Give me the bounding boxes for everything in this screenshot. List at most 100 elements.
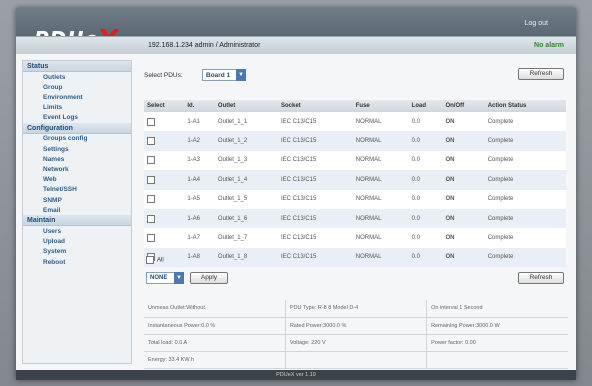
table-cell: NORMAL [352, 112, 409, 132]
table-cell: Complete [484, 150, 566, 171]
table-cell: NORMAL [352, 150, 409, 171]
sidebar-item-system[interactable]: System [23, 247, 131, 257]
sidebar-item-event-logs[interactable]: Event Logs [23, 113, 131, 123]
main-panel: Select PDUs: Board 1 ▼ Refresh Select Id.… [138, 60, 570, 370]
column-header: Action Status [484, 100, 566, 112]
select-cell [144, 189, 185, 209]
table-row: 1-A8 Outlet_1_8 IEC C13/C15 NORMAL 0.0 ON Comp… [144, 247, 566, 268]
column-header: Select [144, 100, 185, 112]
table-cell: ON [442, 247, 485, 268]
table-cell: 1-A4 [184, 170, 215, 190]
info-cell: Power factor: 0.00 [426, 334, 568, 352]
row-checkbox[interactable] [147, 175, 155, 184]
table-cell: NORMAL [352, 228, 409, 248]
table-cell: IEC C13/C15 [277, 112, 353, 132]
table-cell: Complete [484, 247, 566, 268]
sidebar-item-web[interactable]: Web [23, 175, 131, 185]
table-row: 1-A7 Outlet_1_7 IEC C13/C15 NORMAL 0.0 ON Comp… [144, 228, 566, 248]
refresh-button-top[interactable]: Refresh [518, 68, 564, 80]
logout-link[interactable]: Log out [525, 20, 548, 27]
info-row: Total load: 0.0 A Voltage: 220 V Power fac… [144, 334, 568, 352]
info-table: Unmeas Outlet:Without PDU Type: R-8 8 Mod… [144, 300, 568, 369]
table-cell: 1-A5 [184, 189, 215, 209]
table-cell: Complete [484, 131, 566, 151]
table-row: 1-A2 Outlet_1_2 IEC C13/C15 NORMAL 0.0 ON Comp… [144, 131, 566, 151]
sidebar-item-email[interactable]: Email [23, 205, 131, 215]
sidebar-item-names[interactable]: Names [23, 154, 131, 164]
table-row: 1-A4 Outlet_1_4 IEC C13/C15 NORMAL 0.0 ON Comp… [144, 170, 566, 190]
table-cell: 0.0 [408, 112, 443, 132]
select-all-checkbox[interactable] [146, 256, 154, 264]
sidebar-item-upload[interactable]: Upload [23, 237, 131, 247]
table-cell: Complete [484, 112, 566, 132]
table-cell: 1-A6 [184, 208, 215, 229]
sidebar-item-reboot[interactable]: Reboot [23, 257, 131, 267]
sidebar-item-users[interactable]: Users [23, 226, 131, 236]
sidebar-item-settings[interactable]: Settings [23, 144, 131, 154]
table-cell: Outlet_1_7 [214, 228, 278, 248]
action-select[interactable]: NONE ▼ [146, 272, 184, 284]
table-cell: 0.0 [408, 131, 443, 151]
table-cell: NORMAL [352, 247, 409, 268]
table-row: 1-A3 Outlet_1_3 IEC C13/C15 NORMAL 0.0 ON Comp… [144, 150, 566, 171]
row-checkbox[interactable] [147, 137, 155, 146]
table-cell: ON [442, 189, 485, 209]
row-checkbox[interactable] [147, 195, 155, 204]
outlets-table: Select Id. Outlet Socket Fuse Load On/Off Actio… [144, 100, 566, 268]
sidebar-item-environment[interactable]: Environment [23, 92, 131, 102]
select-cell [144, 228, 185, 248]
row-checkbox[interactable] [147, 156, 155, 165]
table-cell: IEC C13/C15 [277, 208, 353, 229]
row-checkbox[interactable] [147, 117, 155, 126]
table-cell: Complete [484, 208, 566, 229]
app-window: PDUeX Log out 192.168.1.234 admin / Admi… [16, 8, 576, 380]
table-cell: IEC C13/C15 [277, 150, 353, 171]
table-cell: Complete [484, 228, 566, 248]
table-header-row: Select Id. Outlet Socket Fuse Load On/Off Actio… [144, 100, 566, 112]
table-cell: 1-A3 [184, 150, 215, 171]
table-cell: ON [442, 150, 485, 171]
table-cell: 1-A7 [184, 228, 215, 248]
row-checkbox[interactable] [147, 214, 155, 223]
select-pdu-label: Select PDUs: [144, 72, 183, 79]
row-checkbox[interactable] [147, 234, 155, 243]
table-cell: Complete [484, 170, 566, 190]
table-row: 1-A1 Outlet_1_1 IEC C13/C15 NORMAL 0.0 ON Comp… [144, 112, 566, 132]
select-all-row: All [146, 256, 164, 264]
table-cell: 1-A1 [184, 112, 215, 132]
select-cell [144, 150, 185, 171]
sidebar-section-title: Maintain [23, 215, 131, 227]
info-cell [426, 351, 568, 369]
alarm-status: No alarm [534, 42, 564, 49]
column-header: On/Off [442, 100, 485, 112]
footer: PDUeX ver 1.19 [16, 370, 576, 380]
column-header: Fuse [352, 100, 409, 112]
table-cell: 0.0 [408, 189, 443, 209]
table-cell: IEC C13/C15 [277, 247, 353, 268]
table-row: 1-A5 Outlet_1_5 IEC C13/C15 NORMAL 0.0 ON Comp… [144, 189, 566, 209]
info-cell: PDU Type: R-8 8 Model D-4 [285, 300, 428, 318]
sidebar-item-limits[interactable]: Limits [23, 103, 131, 113]
sidebar-item-group[interactable]: Group [23, 82, 131, 92]
sidebar-item-snmp[interactable]: SNMP [23, 195, 131, 205]
info-cell: Energy: 33.4 KW.h [144, 351, 286, 369]
apply-button[interactable]: Apply [190, 272, 228, 284]
table-cell: NORMAL [352, 189, 409, 209]
table-cell: IEC C13/C15 [277, 170, 353, 190]
ip-user-text: 192.168.1.234 admin / Administrator [148, 42, 261, 49]
pdu-select[interactable]: Board 1 ▼ [202, 69, 246, 81]
table-cell: 1-A8 [184, 247, 215, 268]
select-all-label: All [157, 257, 164, 264]
refresh-button-bottom[interactable]: Refresh [518, 272, 564, 284]
table-cell: Outlet_1_5 [214, 189, 278, 209]
column-header: Socket [277, 100, 353, 112]
sidebar-item-telnet-ssh[interactable]: Telnet/SSH [23, 185, 131, 195]
info-row: Unmeas Outlet:Without PDU Type: R-8 8 Mod… [144, 300, 568, 318]
column-header: Id. [184, 100, 215, 112]
sidebar-item-network[interactable]: Network [23, 165, 131, 175]
chevron-down-icon: ▼ [174, 272, 184, 284]
sidebar-item-outlets[interactable]: Outlets [23, 72, 131, 82]
info-cell: Voltage: 220 V [285, 334, 428, 352]
info-cell [285, 351, 428, 369]
sidebar-item-groups-config[interactable]: Groups config [23, 134, 131, 144]
